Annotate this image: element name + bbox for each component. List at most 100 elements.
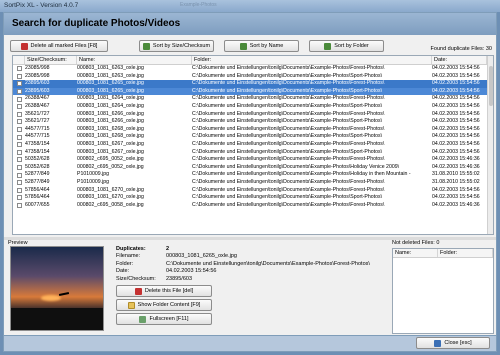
sort-icon	[142, 42, 150, 50]
show-folder-button[interactable]: Show Folder Content [F9]	[116, 299, 212, 311]
date-cell: 04.02.2003 15:54:56	[432, 95, 480, 102]
title-bar: SortPix XL - Version 4.0.7 Example-Photo…	[0, 0, 500, 12]
row-checkbox[interactable]	[16, 111, 22, 117]
table-row[interactable]: 50352/628 000802_c695_0052_oxle.jpg C:\Dok…	[13, 156, 493, 164]
size-label: Size/Checksum:	[116, 275, 156, 282]
date-cell: 04.02.2003 15:46:36	[432, 201, 480, 208]
table-row[interactable]: 57856/464 000803_1081_6270_oxle.jpg C:\Dok…	[13, 187, 493, 195]
date-label: Date:	[116, 268, 130, 275]
row-checkbox-cell	[13, 88, 25, 96]
table-row[interactable]: 26388/467 000803_1081_6264_oxle.jpg C:\Dok…	[13, 95, 493, 103]
row-checkbox[interactable]	[16, 172, 22, 178]
fullscreen-button[interactable]: Fullscreen [F11]	[116, 313, 212, 325]
name-cell: 000803_1081_6270_oxle.jpg	[77, 186, 144, 193]
table-row[interactable]: 23085/998 000803_1081_6263_oxle.jpg C:\Dok…	[13, 65, 493, 73]
row-checkbox[interactable]	[16, 73, 22, 79]
table-row[interactable]: 47358/154 000803_1081_6267_oxle.jpg C:\Dok…	[13, 141, 493, 149]
sort-by-folder-button[interactable]: Sort by Folder	[309, 40, 384, 52]
file-details: Duplicates: 2 Filename: 000803_1081_6265…	[116, 246, 370, 283]
column-header-name[interactable]: Name:	[77, 56, 192, 64]
name-cell: 000803_1081_6264_oxle.jpg	[77, 102, 144, 109]
row-checkbox[interactable]	[16, 157, 22, 163]
row-checkbox[interactable]	[16, 81, 22, 87]
table-row[interactable]: 47358/154 000803_1081_6267_oxle.jpg C:\Dok…	[13, 149, 493, 157]
row-checkbox[interactable]	[16, 195, 22, 201]
filename-label: Filename:	[116, 253, 141, 260]
checkbox-column-header[interactable]	[13, 56, 25, 64]
delete-marked-button[interactable]: Delete all marked Files [F8]	[10, 40, 108, 52]
table-row[interactable]: 44577/715 000803_1081_6268_oxle.jpg C:\Dok…	[13, 126, 493, 134]
row-checkbox-cell	[13, 202, 25, 210]
row-checkbox[interactable]	[16, 119, 22, 125]
row-checkbox-cell	[13, 194, 25, 202]
window-title: SortPix XL - Version 4.0.7	[4, 2, 79, 9]
row-checkbox[interactable]	[16, 104, 22, 110]
table-row[interactable]: 23895/603 000803_1081_6265_oxle.jpg C:\Dok…	[13, 80, 493, 88]
row-checkbox[interactable]	[16, 149, 22, 155]
duplicates-table: Size/Checksum: Name: Folder: Date: 23085…	[12, 55, 494, 235]
row-checkbox[interactable]	[16, 180, 22, 186]
row-checkbox[interactable]	[16, 165, 22, 171]
column-header-date[interactable]: Date:	[432, 56, 487, 64]
folder-cell: C:\Dokumente und Einstellungen\tonilg\Do…	[192, 201, 385, 208]
sort-by-name-button[interactable]: Sort by Name	[224, 40, 299, 52]
table-row[interactable]: 26388/467 000803_1081_6264_oxle.jpg C:\Dok…	[13, 103, 493, 111]
size-cell: 60077/655	[25, 201, 50, 208]
row-checkbox[interactable]	[16, 202, 22, 208]
table-row[interactable]: 44577/715 000803_1081_6268_oxle.jpg C:\Dok…	[13, 133, 493, 141]
size-cell: 52877/849	[25, 178, 50, 185]
close-button[interactable]: Close [esc]	[416, 337, 490, 349]
table-row[interactable]: 23085/998 000803_1081_6263_oxle.jpg C:\Dok…	[13, 73, 493, 81]
sort-folder-label: Sort by Folder	[334, 43, 369, 49]
table-row[interactable]: 52877/849 P1010009.jpg C:\Dokumente und Ei…	[13, 179, 493, 187]
name-cell: 000803_1081_6270_oxle.jpg	[77, 194, 144, 201]
table-row[interactable]: 52877/849 P1010009.jpg C:\Dokumente und Ei…	[13, 171, 493, 179]
delete-file-button[interactable]: Delete this File [del]	[116, 285, 212, 297]
background-window-title: Example-Photos	[180, 2, 217, 8]
row-checkbox[interactable]	[16, 96, 22, 102]
column-header-name[interactable]: Name:	[393, 249, 438, 257]
name-cell: P1010009.jpg	[77, 171, 110, 178]
date-cell: 04.02.2003 15:46:36	[432, 156, 480, 163]
column-header-folder[interactable]: Folder:	[192, 56, 432, 64]
folder-cell: C:\Dokumente und Einstellungen\tonilg\Do…	[192, 140, 385, 147]
row-checkbox-cell	[13, 73, 25, 81]
table-row[interactable]: 57856/464 000803_1081_6270_oxle.jpg C:\Dok…	[13, 194, 493, 202]
fullscreen-label: Fullscreen [F11]	[149, 316, 189, 322]
date-cell: 04.02.2003 15:54:56	[432, 102, 480, 109]
table-scrollbar[interactable]	[487, 56, 493, 234]
name-cell: 000803_1081_6267_oxle.jpg	[77, 140, 144, 147]
name-cell: 000803_1081_6268_oxle.jpg	[77, 133, 144, 140]
folder-cell: C:\Dokumente und Einstellungen\tonilg\Do…	[192, 87, 383, 94]
folder-cell: C:\Dokumente und Einstellungen\tonilg\Do…	[192, 95, 385, 102]
main-window: Search for duplicate Photos/Videos Delet…	[3, 12, 497, 352]
sort-by-size-button[interactable]: Sort by Size/Checksum	[139, 40, 214, 52]
filename-row: Filename: 000803_1081_6265_oxle.jpg	[116, 253, 370, 260]
name-cell: 000803_1081_6263_oxle.jpg	[77, 72, 144, 79]
sort-icon	[239, 42, 247, 50]
size-cell: 50352/628	[25, 163, 50, 170]
table-row[interactable]: 35621/727 000803_1081_6266_oxle.jpg C:\Dok…	[13, 118, 493, 126]
size-cell: 57856/464	[25, 186, 50, 193]
row-checkbox-cell	[13, 179, 25, 187]
row-checkbox[interactable]	[16, 127, 22, 133]
row-checkbox[interactable]	[16, 134, 22, 140]
table-row[interactable]: 60077/655 000802_c695_0058_oxle.jpg C:\Dok…	[13, 202, 493, 210]
table-row[interactable]: 23895/603 000803_1081_6265_oxle.jpg C:\Dok…	[13, 87, 493, 96]
name-cell: 000803_1081_6265_oxle.jpg	[77, 87, 144, 94]
row-checkbox[interactable]	[16, 187, 22, 193]
date-cell: 04.02.2003 15:54:56	[432, 110, 480, 117]
date-row: Date: 04.02.2003 15:54:56	[116, 268, 370, 275]
table-header: Size/Checksum: Name: Folder: Date:	[13, 56, 493, 65]
show-folder-label: Show Folder Content [F9]	[137, 302, 201, 308]
date-cell: 04.02.2003 15:54:56	[432, 133, 480, 140]
row-checkbox[interactable]	[16, 89, 22, 95]
column-header-size[interactable]: Size/Checksum:	[25, 56, 77, 64]
row-checkbox-cell	[13, 65, 25, 73]
column-header-folder[interactable]: Folder:	[438, 249, 493, 257]
row-checkbox[interactable]	[16, 142, 22, 148]
scrollbar-thumb[interactable]	[489, 66, 493, 106]
table-row[interactable]: 35621/727 000803_1081_6266_oxle.jpg C:\Dok…	[13, 111, 493, 119]
table-row[interactable]: 50352/628 000802_c695_0052_oxle.jpg C:\Dok…	[13, 164, 493, 172]
row-checkbox[interactable]	[16, 66, 22, 72]
